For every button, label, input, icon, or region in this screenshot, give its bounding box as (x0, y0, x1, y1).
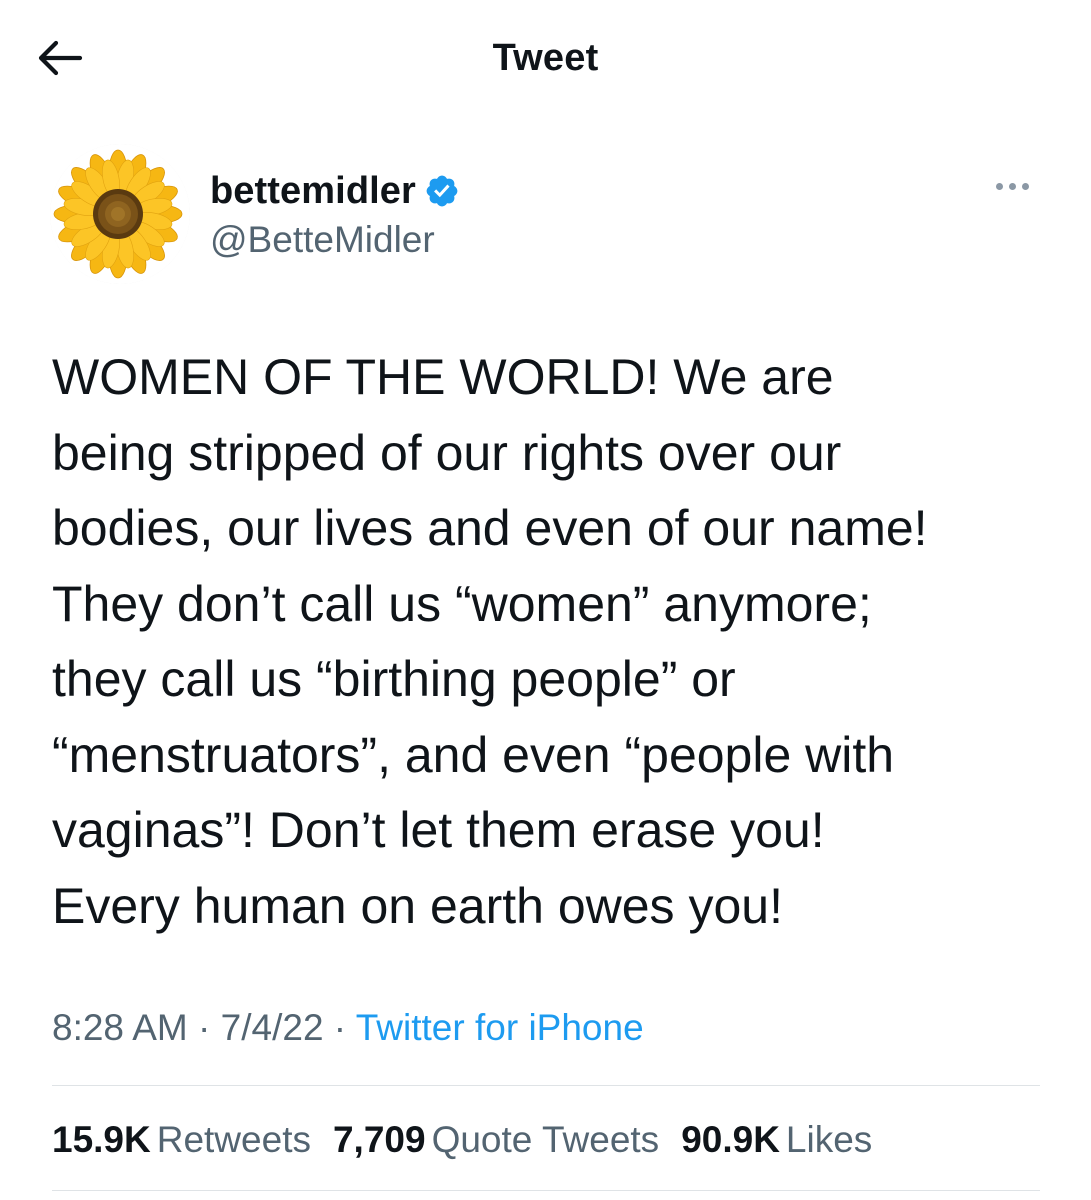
tweet-text: WOMEN OF THE WORLD! We are being strippe… (52, 349, 928, 934)
quote-tweets-count: 7,709 (332, 1119, 426, 1160)
handle[interactable]: @BetteMidler (210, 216, 460, 264)
likes-stat[interactable]: 90.9K Likes (681, 1114, 872, 1166)
divider (52, 1085, 1040, 1086)
divider (52, 1190, 1040, 1191)
tweet-source-link[interactable]: Twitter for iPhone (356, 1007, 644, 1048)
display-name-row: bettemidler (210, 168, 460, 214)
more-horizontal-icon-dot (1008, 182, 1016, 190)
avatar[interactable] (50, 144, 190, 284)
more-options-button[interactable] (984, 166, 1040, 206)
retweets-label: Retweets (156, 1119, 311, 1160)
engagement-stats: 15.9K Retweets 7,709 Quote Tweets 90.9K Lik… (52, 1114, 894, 1166)
tweet-date[interactable]: 7/4/22 (221, 1007, 324, 1048)
sunflower-avatar-image (50, 144, 190, 284)
quote-tweets-label: Quote Tweets (431, 1119, 660, 1160)
meta-separator: · (323, 1007, 356, 1048)
likes-label: Likes (785, 1119, 873, 1160)
top-navigation-bar: Tweet (0, 0, 1091, 120)
tweet-author-header: bettemidler @BetteMidler (50, 144, 1040, 284)
tweet-time[interactable]: 8:28 AM (52, 1007, 188, 1048)
tweet-metadata: 8:28 AM · 7/4/22 · Twitter for iPhone (52, 1003, 644, 1053)
more-horizontal-icon-dot (1021, 182, 1029, 190)
display-name[interactable]: bettemidler (210, 168, 416, 214)
page-title: Tweet (492, 37, 599, 79)
more-horizontal-icon (995, 182, 1003, 190)
retweets-count: 15.9K (52, 1119, 151, 1160)
quote-tweets-stat[interactable]: 7,709 Quote Tweets (333, 1114, 659, 1166)
author-names: bettemidler @BetteMidler (210, 168, 460, 264)
meta-separator: · (187, 1007, 221, 1048)
retweets-stat[interactable]: 15.9K Retweets (52, 1114, 311, 1166)
verified-badge-icon (426, 175, 458, 207)
likes-count: 90.9K (681, 1119, 780, 1160)
